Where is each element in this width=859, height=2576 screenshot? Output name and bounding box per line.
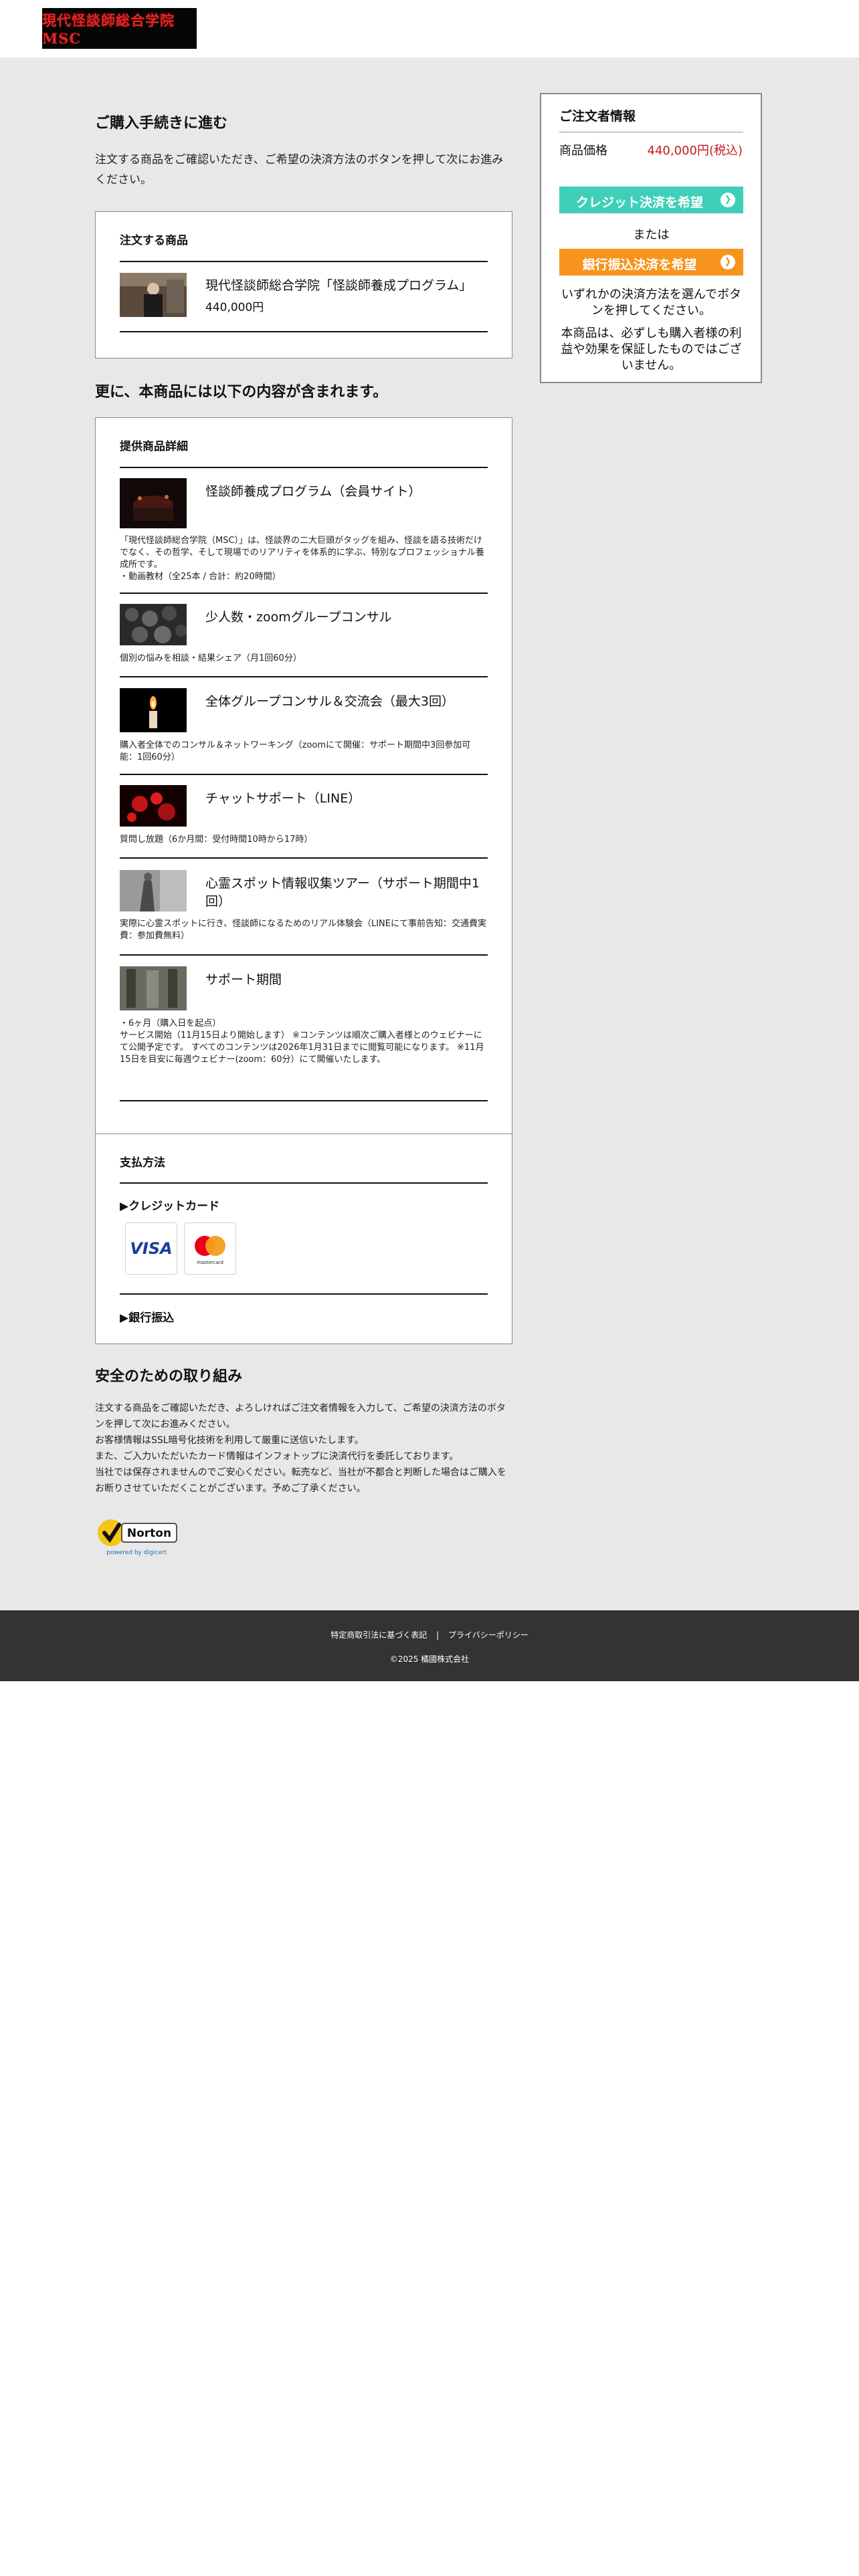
item-thumbnail bbox=[120, 870, 187, 911]
security-title: 安全のための取り組み bbox=[95, 1368, 243, 1385]
security-line: また、ご入力いただいたカード情報はインフォトップに決済代行を委託しております。 bbox=[95, 1451, 459, 1462]
sidebar-title: ご注文者情報 bbox=[559, 109, 636, 124]
main-content: ご購入手続きに進む 注文する商品をご確認いただき、ご希望の決済方法のボタンを押し… bbox=[0, 58, 859, 1610]
mastercard-logo-text: mastercard bbox=[197, 1260, 223, 1265]
item-name: 全体グループコンサル＆交流会（最大3回） bbox=[205, 694, 454, 709]
security-line: 当社では保存されませんのでご安心ください。転売など、当社が不都合と判断した場合は… bbox=[95, 1467, 506, 1494]
price-label: 商品価格 bbox=[559, 144, 607, 158]
item-thumbnail bbox=[120, 785, 187, 827]
details-box-title: 提供商品詳細 bbox=[120, 440, 188, 453]
norton-seal-icon[interactable]: Norton powered by digicert bbox=[95, 1514, 178, 1558]
order-item-price: 440,000円 bbox=[205, 301, 264, 314]
intro-text: 注文する商品をご確認いただき、ご希望の決済方法のボタンを押して次にお進みください… bbox=[95, 153, 504, 187]
site-footer: 特定商取引法に基づく表記 | プライバシーポリシー ©2025 橘國株式会社 bbox=[0, 1610, 859, 1681]
credit-payment-button-label: クレジット決済を希望 bbox=[575, 195, 703, 210]
site-logo[interactable]: 現代怪談師総合学院 MSC bbox=[42, 8, 197, 49]
price-value: 440,000円(税込) bbox=[647, 144, 743, 158]
footer-link-privacy[interactable]: プライバシーポリシー bbox=[448, 1629, 529, 1640]
item-description: 個別の悩みを相談・結果シェア（月1回60分） bbox=[120, 653, 302, 663]
order-item-name: 現代怪談師総合学院「怪談師養成プログラム」 bbox=[205, 278, 472, 293]
site-header: 現代怪談師総合学院 MSC bbox=[0, 0, 859, 58]
divider bbox=[120, 331, 488, 332]
security-text: 注文する商品をご確認いただき、よろしければご注文者情報を入力して、ご希望の決済方… bbox=[95, 1400, 512, 1497]
item-thumbnail bbox=[120, 478, 187, 528]
page-title: ご購入手続きに進む bbox=[95, 115, 228, 132]
arrow-right-icon: ❯ bbox=[721, 193, 735, 207]
bank-payment-button-label: 銀行振込決済を希望 bbox=[582, 257, 697, 272]
bank-payment-button[interactable]: 銀行振込決済を希望 ❯ bbox=[559, 249, 743, 276]
divider bbox=[120, 261, 488, 262]
divider bbox=[120, 1293, 488, 1295]
divider bbox=[120, 954, 488, 956]
divider bbox=[120, 1182, 488, 1184]
mastercard-icon: mastercard bbox=[184, 1222, 236, 1275]
norton-sub-text: powered by digicert bbox=[106, 1549, 167, 1556]
norton-text: Norton bbox=[127, 1527, 171, 1540]
bank-transfer-label: ▶銀行振込 bbox=[120, 1311, 175, 1325]
item-name: 心霊スポット情報収集ツアー（サポート期間中1回） bbox=[205, 876, 480, 909]
order-info-sidebar: ご注文者情報 商品価格 440,000円(税込) クレジット決済を希望 ❯ また… bbox=[540, 93, 762, 383]
item-name: チャットサポート（LINE） bbox=[205, 791, 361, 806]
footer-links: 特定商取引法に基づく表記 | プライバシーポリシー bbox=[0, 1629, 859, 1640]
divider bbox=[120, 676, 488, 677]
item-thumbnail bbox=[120, 688, 187, 732]
divider bbox=[120, 1100, 488, 1101]
visa-icon: VISA bbox=[125, 1222, 177, 1275]
item-description: 質問し放題（6か月間：受付時間10時から17時） bbox=[120, 835, 313, 845]
divider bbox=[120, 857, 488, 859]
visa-logo-text: VISA bbox=[130, 1239, 172, 1258]
divider bbox=[120, 593, 488, 594]
sidebar-disclaimer: 本商品は、必ずしも購入者様の利益や効果を保証したものではございません。 bbox=[561, 326, 742, 372]
includes-title: 更に、本商品には以下の内容が含まれます。 bbox=[95, 384, 388, 401]
item-name: 少人数・zoomグループコンサル bbox=[205, 610, 392, 625]
order-box-title: 注文する商品 bbox=[120, 234, 188, 247]
arrow-right-icon: ❯ bbox=[721, 255, 735, 270]
security-line: お客様情報はSSL暗号化技術を利用して厳重に送信いたします。 bbox=[95, 1435, 364, 1446]
footer-separator: | bbox=[436, 1630, 440, 1640]
sidebar-note: いずれかの決済方法を選んでボタンを押してください。 bbox=[561, 288, 742, 318]
item-name: サポート期間 bbox=[205, 972, 282, 987]
item-description: ・6ヶ月（購入日を起点） サービス開始（11月15日より開始します） ※コンテン… bbox=[120, 1018, 484, 1065]
security-line: 注文する商品をご確認いただき、よろしければご注文者情報を入力して、ご希望の決済方… bbox=[95, 1403, 506, 1430]
details-box: 提供商品詳細 怪談師養成プログラム（会員サイト） 「現代怪談師総合学院（MSC）… bbox=[95, 417, 512, 1158]
item-description: 購入者全体でのコンサル＆ネットワーキング（zoomにて開催：サポート期間中3回参… bbox=[120, 740, 471, 762]
payment-box-title: 支払方法 bbox=[120, 1156, 165, 1170]
divider bbox=[120, 774, 488, 775]
footer-link-tokushoho[interactable]: 特定商取引法に基づく表記 bbox=[330, 1629, 427, 1640]
copyright: ©2025 橘國株式会社 bbox=[389, 1654, 470, 1664]
order-box: 注文する商品 現代怪談師総合学院「怪談師養成プログラム」 440,000円 bbox=[95, 211, 512, 358]
item-name: 怪談師養成プログラム（会員サイト） bbox=[205, 484, 421, 499]
credit-payment-button[interactable]: クレジット決済を希望 ❯ bbox=[559, 187, 743, 213]
item-description: 「現代怪談師総合学院（MSC）」は、怪談界の二大巨頭がタッグを組み、怪談を語る技… bbox=[120, 536, 484, 582]
divider bbox=[120, 467, 488, 468]
product-thumbnail bbox=[120, 273, 187, 317]
item-description: 実際に心霊スポットに行き、怪談師になるためのリアル体験会（LINEにて事前告知：… bbox=[120, 919, 486, 941]
payment-box: 支払方法 ▶クレジットカード VISA mastercard ▶銀行振込 bbox=[95, 1134, 512, 1344]
item-thumbnail bbox=[120, 604, 187, 645]
credit-card-label: ▶クレジットカード bbox=[120, 1200, 220, 1213]
or-text: または bbox=[633, 228, 670, 242]
item-thumbnail bbox=[120, 966, 187, 1010]
